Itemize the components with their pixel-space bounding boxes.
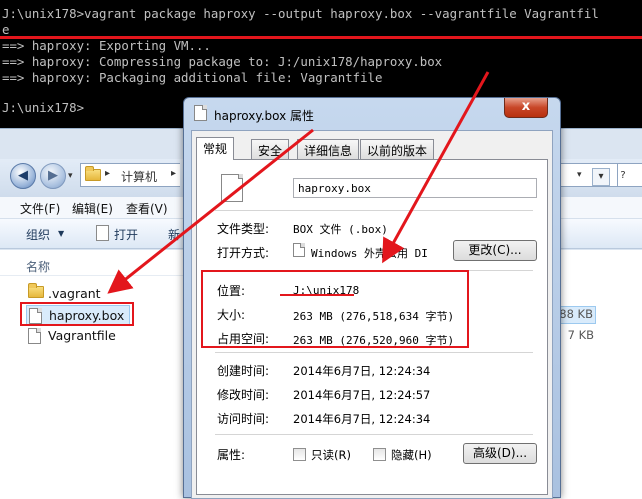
label-open-with: 打开方式: <box>217 246 270 260</box>
file-icon <box>28 328 41 344</box>
dialog-title: haproxy.box 属性 <box>214 109 315 123</box>
file-name: .vagrant <box>48 286 101 301</box>
address-bar[interactable]: ▸ 计算机 ▸ <box>80 163 180 187</box>
divider <box>215 434 533 435</box>
label-modified: 修改时间: <box>217 388 270 402</box>
breadcrumb-computer[interactable]: 计算机 <box>121 168 157 185</box>
menu-file[interactable]: 文件(F) <box>20 200 60 217</box>
hidden-checkbox[interactable] <box>373 448 386 461</box>
view-options-icon[interactable]: ▾ <box>592 168 610 186</box>
address-dropdown-icon[interactable]: ▾ <box>577 170 582 180</box>
new-folder-button[interactable]: 新 <box>168 226 180 243</box>
breadcrumb-chevron-icon[interactable]: ▸ <box>105 168 110 179</box>
value-created: 2014年6月7日, 12:24:34 <box>293 364 431 378</box>
value-accessed: 2014年6月7日, 12:24:34 <box>293 412 431 426</box>
label-attributes: 属性: <box>217 448 246 462</box>
tab-general[interactable]: 常规 <box>196 137 235 160</box>
value-open-with: Windows 外壳公用 DI <box>311 247 428 260</box>
readonly-label[interactable]: 只读(R) <box>311 447 351 463</box>
label-file-type: 文件类型: <box>217 222 270 236</box>
label-created: 创建时间: <box>217 364 270 378</box>
column-divider <box>0 275 200 276</box>
file-name-field[interactable]: haproxy.box <box>293 178 537 198</box>
terminal-line: ==> haproxy: Packaging additional file: … <box>2 70 383 85</box>
forward-button[interactable]: ▶ <box>40 163 66 189</box>
close-button[interactable]: x <box>504 98 548 118</box>
advanced-button[interactable]: 高级(D)... <box>463 443 537 464</box>
file-name-value: haproxy.box <box>298 182 371 195</box>
divider <box>215 352 533 353</box>
menu-edit[interactable]: 编辑(E) <box>72 200 113 217</box>
annotation-box-selected-file <box>20 302 134 326</box>
value-modified: 2014年6月7日, 12:24:57 <box>293 388 431 402</box>
breadcrumb-chevron-icon[interactable]: ▸ <box>171 168 176 179</box>
file-size: 88 KB <box>556 306 596 324</box>
history-dropdown-icon[interactable]: ▾ <box>68 171 73 181</box>
annotation-box-location-size <box>201 270 469 348</box>
list-item[interactable]: .vagrant <box>26 283 181 304</box>
folder-icon <box>85 166 101 181</box>
divider <box>215 210 533 211</box>
open-button[interactable]: 打开 <box>114 226 138 243</box>
column-header-name[interactable]: 名称 <box>26 258 50 275</box>
hidden-label[interactable]: 隐藏(H) <box>391 447 432 463</box>
file-large-icon <box>221 174 243 202</box>
terminal-line: ==> haproxy: Exporting VM... <box>2 38 211 53</box>
tab-security[interactable]: 安全 <box>251 139 290 159</box>
help-icon[interactable]: ? <box>614 168 632 186</box>
organize-dropdown-icon[interactable]: ▼ <box>58 229 64 238</box>
folder-icon <box>28 283 44 298</box>
terminal-line: J:\unix178>vagrant package haproxy --out… <box>2 6 599 21</box>
annotation-underline-command <box>0 36 642 39</box>
tab-previous-versions[interactable]: 以前的版本 <box>360 139 435 159</box>
app-icon <box>293 243 305 257</box>
organize-button[interactable]: 组织 <box>26 226 50 243</box>
terminal-line: ==> haproxy: Compressing package to: J:/… <box>2 54 443 69</box>
change-button[interactable]: 更改(C)... <box>453 240 537 261</box>
label-accessed: 访问时间: <box>217 412 270 426</box>
menu-view[interactable]: 查看(V) <box>126 200 168 217</box>
file-name: Vagrantfile <box>48 328 116 343</box>
file-icon <box>194 105 207 121</box>
back-button[interactable]: ◀ <box>10 163 36 189</box>
list-item[interactable]: Vagrantfile <box>26 326 181 346</box>
readonly-checkbox[interactable] <box>293 448 306 461</box>
annotation-underline-location <box>280 294 354 296</box>
open-file-icon <box>96 225 109 241</box>
value-file-type: BOX 文件 (.box) <box>293 223 388 236</box>
tab-details[interactable]: 详细信息 <box>297 139 360 159</box>
